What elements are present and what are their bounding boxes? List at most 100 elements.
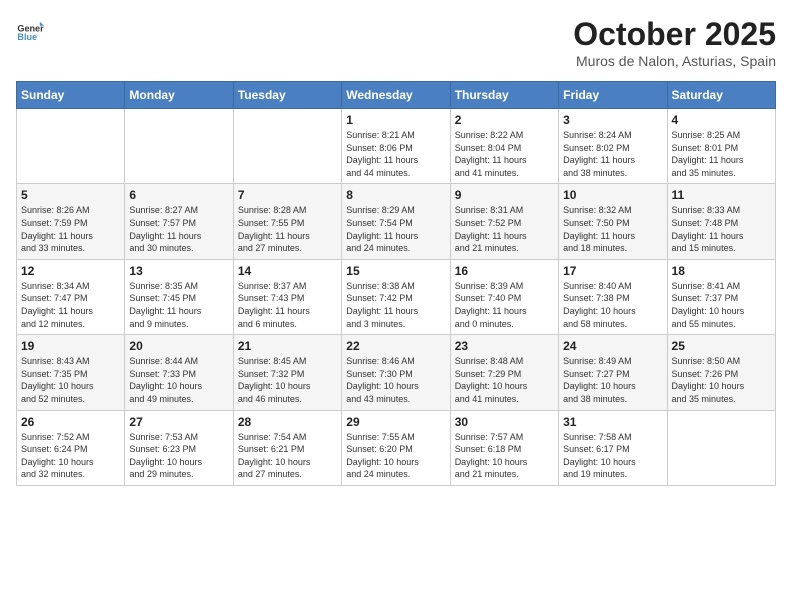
day-number: 10 [563, 188, 662, 202]
day-number: 11 [672, 188, 771, 202]
calendar-week-5: 26 Sunrise: 7:52 AM Sunset: 6:24 PM Dayli… [17, 410, 776, 485]
calendar-cell [233, 109, 341, 184]
weekday-header-friday: Friday [559, 82, 667, 109]
day-number: 28 [238, 415, 337, 429]
day-number: 18 [672, 264, 771, 278]
calendar-cell: 12Sunrise: 8:34 AM Sunset: 7:47 PM Dayli… [17, 259, 125, 334]
day-info: Sunrise: 8:50 AM Sunset: 7:26 PM Dayligh… [672, 355, 771, 405]
day-info: Sunrise: 8:40 AM Sunset: 7:38 PM Dayligh… [563, 280, 662, 330]
day-number: 4 [672, 113, 771, 127]
calendar-cell: 31Sunrise: 7:58 AM Sunset: 6:17 PM Dayli… [559, 410, 667, 485]
calendar-cell: 29 Sunrise: 7:55 AM Sunset: 6:20 PM Dayli… [342, 410, 450, 485]
day-info: Sunrise: 8:25 AM Sunset: 8:01 PM Dayligh… [672, 129, 771, 179]
calendar-cell: 22Sunrise: 8:46 AM Sunset: 7:30 PM Dayli… [342, 335, 450, 410]
day-number: 13 [129, 264, 228, 278]
calendar-cell: 27Sunrise: 7:53 AM Sunset: 6:23 PM Dayli… [125, 410, 233, 485]
day-info: Sunrise: 8:48 AM Sunset: 7:29 PM Dayligh… [455, 355, 554, 405]
day-number: 21 [238, 339, 337, 353]
day-info: Sunrise: 8:24 AM Sunset: 8:02 PM Dayligh… [563, 129, 662, 179]
day-info: Sunrise: 7:52 AM Sunset: 6:24 PM Dayligh… [21, 431, 120, 481]
weekday-header-sunday: Sunday [17, 82, 125, 109]
day-number: 14 [238, 264, 337, 278]
day-info: Sunrise: 8:41 AM Sunset: 7:37 PM Dayligh… [672, 280, 771, 330]
day-info: Sunrise: 7:55 AM Sunset: 6:20 PM Dayligh… [346, 431, 445, 481]
calendar-cell: 3 Sunrise: 8:24 AM Sunset: 8:02 PM Daylig… [559, 109, 667, 184]
day-info: Sunrise: 8:39 AM Sunset: 7:40 PM Dayligh… [455, 280, 554, 330]
day-number: 1 [346, 113, 445, 127]
day-number: 26 [21, 415, 120, 429]
logo: General Blue [16, 16, 44, 44]
day-info: Sunrise: 8:49 AM Sunset: 7:27 PM Dayligh… [563, 355, 662, 405]
day-info: Sunrise: 7:54 AM Sunset: 6:21 PM Dayligh… [238, 431, 337, 481]
day-info: Sunrise: 8:38 AM Sunset: 7:42 PM Dayligh… [346, 280, 445, 330]
day-number: 23 [455, 339, 554, 353]
calendar-body: 1 Sunrise: 8:21 AM Sunset: 8:06 PM Daylig… [17, 109, 776, 486]
calendar-cell [125, 109, 233, 184]
day-info: Sunrise: 8:29 AM Sunset: 7:54 PM Dayligh… [346, 204, 445, 254]
day-info: Sunrise: 7:57 AM Sunset: 6:18 PM Dayligh… [455, 431, 554, 481]
calendar-cell: 9 Sunrise: 8:31 AM Sunset: 7:52 PM Daylig… [450, 184, 558, 259]
day-info: Sunrise: 8:26 AM Sunset: 7:59 PM Dayligh… [21, 204, 120, 254]
calendar-cell: 14 Sunrise: 8:37 AM Sunset: 7:43 PM Dayli… [233, 259, 341, 334]
day-number: 17 [563, 264, 662, 278]
day-info: Sunrise: 8:43 AM Sunset: 7:35 PM Dayligh… [21, 355, 120, 405]
day-info: Sunrise: 8:22 AM Sunset: 8:04 PM Dayligh… [455, 129, 554, 179]
day-number: 22 [346, 339, 445, 353]
day-info: Sunrise: 8:37 AM Sunset: 7:43 PM Dayligh… [238, 280, 337, 330]
calendar-cell: 25Sunrise: 8:50 AM Sunset: 7:26 PM Dayli… [667, 335, 775, 410]
calendar-cell: 2 Sunrise: 8:22 AM Sunset: 8:04 PM Daylig… [450, 109, 558, 184]
day-number: 20 [129, 339, 228, 353]
day-info: Sunrise: 7:58 AM Sunset: 6:17 PM Dayligh… [563, 431, 662, 481]
day-info: Sunrise: 8:45 AM Sunset: 7:32 PM Dayligh… [238, 355, 337, 405]
calendar-cell: 11 Sunrise: 8:33 AM Sunset: 7:48 PM Dayli… [667, 184, 775, 259]
calendar-week-3: 12Sunrise: 8:34 AM Sunset: 7:47 PM Dayli… [17, 259, 776, 334]
calendar-week-4: 19 Sunrise: 8:43 AM Sunset: 7:35 PM Dayli… [17, 335, 776, 410]
calendar-cell: 6Sunrise: 8:27 AM Sunset: 7:57 PM Daylig… [125, 184, 233, 259]
calendar-header: SundayMondayTuesdayWednesdayThursdayFrid… [17, 82, 776, 109]
calendar-cell: 20 Sunrise: 8:44 AM Sunset: 7:33 PM Dayli… [125, 335, 233, 410]
day-number: 30 [455, 415, 554, 429]
day-number: 16 [455, 264, 554, 278]
calendar-cell: 21 Sunrise: 8:45 AM Sunset: 7:32 PM Dayli… [233, 335, 341, 410]
day-number: 5 [21, 188, 120, 202]
calendar-cell: 26 Sunrise: 7:52 AM Sunset: 6:24 PM Dayli… [17, 410, 125, 485]
location-subtitle: Muros de Nalon, Asturias, Spain [573, 53, 776, 69]
day-info: Sunrise: 8:28 AM Sunset: 7:55 PM Dayligh… [238, 204, 337, 254]
day-number: 15 [346, 264, 445, 278]
weekday-header-monday: Monday [125, 82, 233, 109]
day-number: 9 [455, 188, 554, 202]
day-number: 19 [21, 339, 120, 353]
day-info: Sunrise: 8:44 AM Sunset: 7:33 PM Dayligh… [129, 355, 228, 405]
calendar-cell: 24 Sunrise: 8:49 AM Sunset: 7:27 PM Dayli… [559, 335, 667, 410]
month-year-title: October 2025 [573, 16, 776, 53]
svg-text:Blue: Blue [17, 32, 37, 42]
day-number: 3 [563, 113, 662, 127]
calendar-cell: 5 Sunrise: 8:26 AM Sunset: 7:59 PM Daylig… [17, 184, 125, 259]
calendar-week-2: 5 Sunrise: 8:26 AM Sunset: 7:59 PM Daylig… [17, 184, 776, 259]
calendar-cell [667, 410, 775, 485]
day-info: Sunrise: 8:32 AM Sunset: 7:50 PM Dayligh… [563, 204, 662, 254]
weekday-header-wednesday: Wednesday [342, 82, 450, 109]
calendar-week-1: 1 Sunrise: 8:21 AM Sunset: 8:06 PM Daylig… [17, 109, 776, 184]
calendar-cell: 30 Sunrise: 7:57 AM Sunset: 6:18 PM Dayli… [450, 410, 558, 485]
day-number: 24 [563, 339, 662, 353]
calendar-cell: 7 Sunrise: 8:28 AM Sunset: 7:55 PM Daylig… [233, 184, 341, 259]
calendar-cell: 19 Sunrise: 8:43 AM Sunset: 7:35 PM Dayli… [17, 335, 125, 410]
calendar-cell: 4 Sunrise: 8:25 AM Sunset: 8:01 PM Daylig… [667, 109, 775, 184]
day-number: 7 [238, 188, 337, 202]
calendar-cell [17, 109, 125, 184]
calendar-cell: 10 Sunrise: 8:32 AM Sunset: 7:50 PM Dayli… [559, 184, 667, 259]
calendar-cell: 17 Sunrise: 8:40 AM Sunset: 7:38 PM Dayli… [559, 259, 667, 334]
day-number: 29 [346, 415, 445, 429]
calendar-cell: 15 Sunrise: 8:38 AM Sunset: 7:42 PM Dayli… [342, 259, 450, 334]
day-number: 27 [129, 415, 228, 429]
calendar-cell: 8Sunrise: 8:29 AM Sunset: 7:54 PM Daylig… [342, 184, 450, 259]
calendar-cell: 18 Sunrise: 8:41 AM Sunset: 7:37 PM Dayli… [667, 259, 775, 334]
weekday-header-tuesday: Tuesday [233, 82, 341, 109]
day-info: Sunrise: 8:33 AM Sunset: 7:48 PM Dayligh… [672, 204, 771, 254]
day-number: 2 [455, 113, 554, 127]
day-number: 6 [129, 188, 228, 202]
day-info: Sunrise: 8:31 AM Sunset: 7:52 PM Dayligh… [455, 204, 554, 254]
logo-icon: General Blue [16, 16, 44, 44]
day-info: Sunrise: 8:21 AM Sunset: 8:06 PM Dayligh… [346, 129, 445, 179]
